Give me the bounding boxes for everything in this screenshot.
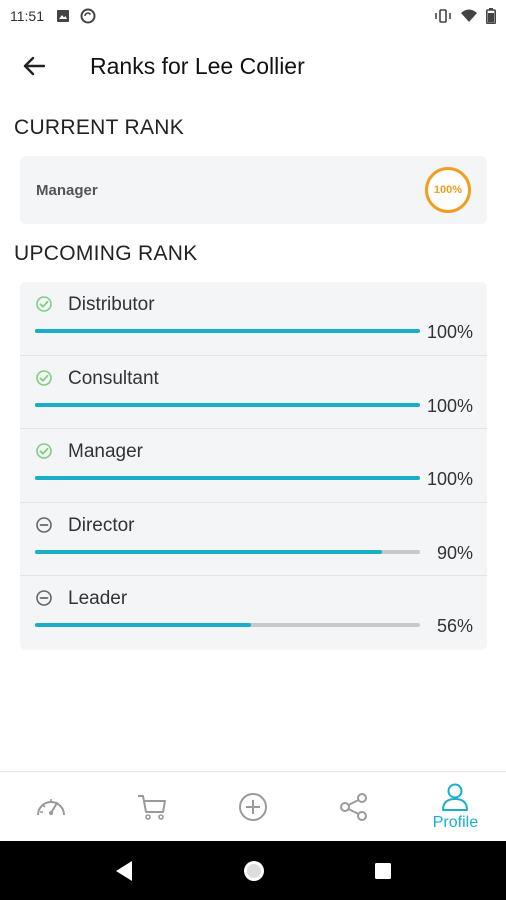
rank-label: Director — [68, 514, 135, 536]
sync-notification-icon — [80, 8, 96, 24]
current-rank-progress-ring: 100% — [425, 167, 471, 213]
nav-profile-label: Profile — [432, 813, 479, 831]
share-icon — [340, 792, 368, 821]
app-bar: Ranks for Lee Collier — [0, 36, 506, 96]
rank-row-leader: Leader 56% — [20, 576, 487, 650]
minus-circle-icon — [36, 590, 52, 607]
cart-icon — [137, 794, 166, 820]
bottom-nav: Profile — [0, 771, 506, 841]
arrow-left-icon — [23, 56, 45, 76]
back-button[interactable] — [6, 38, 62, 94]
page-title: Ranks for Lee Collier — [90, 52, 305, 79]
rank-label: Consultant — [68, 367, 159, 389]
upcoming-rank-heading: UPCOMING RANK — [14, 242, 198, 265]
current-rank-progress-label: 100% — [433, 184, 463, 196]
dashboard-gauge-icon — [36, 798, 65, 815]
system-home-icon[interactable] — [242, 859, 266, 883]
rank-percent: 100% — [426, 322, 473, 342]
rank-progress-track — [35, 402, 420, 407]
profile-icon — [442, 783, 469, 811]
current-rank-card: Manager 100% — [20, 156, 487, 224]
rank-progress-track — [35, 476, 420, 481]
battery-icon — [486, 8, 496, 24]
system-recents-icon[interactable] — [374, 862, 392, 880]
status-bar: 11:51 — [0, 0, 506, 32]
image-notification-icon — [57, 10, 69, 22]
rank-row-distributor: Distributor 100% — [20, 282, 487, 356]
add-circle-icon — [239, 792, 267, 821]
rank-percent: 100% — [426, 395, 473, 416]
rank-row-manager: Manager 100% — [20, 429, 487, 503]
current-rank-name: Manager — [36, 181, 98, 199]
check-circle-icon — [36, 443, 52, 459]
nav-share[interactable] — [304, 772, 405, 841]
wifi-icon — [461, 9, 477, 22]
rank-progress-fill — [35, 476, 420, 481]
system-back-icon[interactable] — [114, 860, 134, 882]
rank-progress-track — [35, 623, 420, 628]
upcoming-rank-list: Distributor 100% Consultant 100% Manager… — [20, 282, 487, 651]
nav-profile[interactable]: Profile — [405, 772, 506, 841]
rank-percent: 90% — [436, 542, 473, 563]
nav-dashboard[interactable] — [0, 772, 101, 841]
rank-progress-fill — [35, 329, 420, 333]
rank-progress-track — [35, 329, 420, 333]
rank-label: Leader — [68, 588, 128, 610]
rank-row-director: Director 90% — [20, 503, 487, 577]
rank-progress-track — [35, 549, 420, 554]
current-rank-heading: CURRENT RANK — [14, 116, 185, 139]
status-time: 11:51 — [10, 8, 44, 24]
vibrate-icon — [435, 9, 451, 23]
check-circle-icon — [36, 296, 52, 312]
nav-add[interactable] — [202, 772, 303, 841]
minus-circle-icon — [36, 516, 52, 533]
rank-percent: 56% — [436, 616, 473, 637]
rank-row-consultant: Consultant 100% — [20, 356, 487, 430]
rank-label: Distributor — [68, 294, 155, 315]
rank-progress-fill — [35, 402, 420, 407]
nav-cart[interactable] — [101, 772, 202, 841]
rank-label: Manager — [68, 441, 143, 463]
rank-progress-fill — [35, 623, 251, 628]
rank-progress-fill — [35, 549, 382, 554]
rank-percent: 100% — [426, 469, 473, 490]
check-circle-icon — [36, 369, 52, 386]
system-nav-bar — [0, 841, 506, 900]
